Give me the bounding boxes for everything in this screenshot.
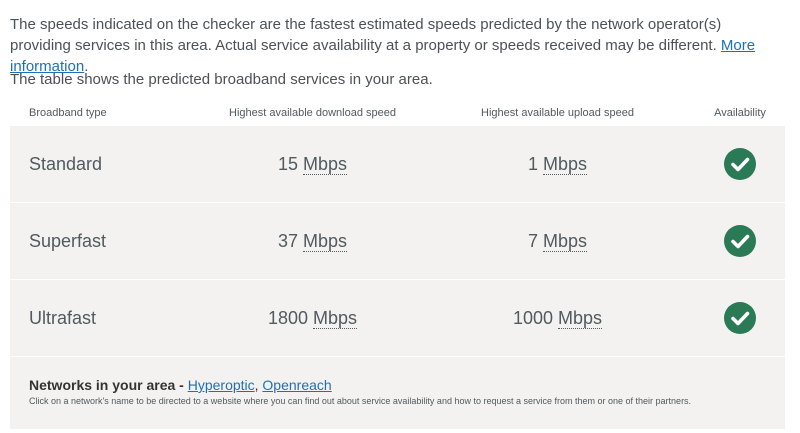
speed-disclaimer: The speeds indicated on the checker are … [10, 14, 785, 77]
header-availability: Availability [714, 106, 766, 119]
table-intro: The table shows the predicted broadband … [10, 71, 433, 88]
network-link-hyperoptic[interactable]: Hyperoptic [188, 377, 255, 393]
broadband-type: Standard [29, 153, 103, 174]
availability [695, 225, 785, 257]
download-value: 37 [277, 230, 298, 251]
available-check-icon [724, 225, 756, 257]
availability [695, 302, 785, 334]
available-check-icon [724, 148, 756, 180]
upload-speed: 1000 Mbps [420, 307, 695, 329]
download-speed: 37 Mbps [205, 230, 420, 252]
download-speed: 15 Mbps [205, 153, 420, 175]
upload-value: 7 [527, 230, 538, 251]
table-header: Broadband type Highest available downloa… [10, 99, 785, 126]
mbps-unit[interactable]: Mbps [303, 153, 348, 175]
download-value: 1800 [267, 307, 308, 328]
networks-note: Click on a network's name to be directed… [29, 396, 692, 406]
mbps-unit[interactable]: Mbps [313, 307, 358, 329]
table-row: Superfast 37 Mbps 7 Mbps [10, 203, 785, 280]
table-row: Standard 15 Mbps 1 Mbps [10, 126, 785, 203]
networks-footer: Networks in your area - Hyperoptic, Open… [10, 357, 785, 429]
broadband-table: Broadband type Highest available downloa… [10, 99, 785, 429]
header-upload-speed: Highest available upload speed [481, 106, 634, 119]
download-speed: 1800 Mbps [205, 307, 420, 329]
table-row: Ultrafast 1800 Mbps 1000 Mbps [10, 280, 785, 357]
mbps-unit[interactable]: Mbps [543, 230, 588, 252]
upload-value: 1000 [512, 307, 553, 328]
upload-speed: 1 Mbps [420, 153, 695, 175]
header-broadband-type: Broadband type [29, 106, 107, 119]
upload-speed: 7 Mbps [420, 230, 695, 252]
mbps-unit[interactable]: Mbps [558, 307, 603, 329]
network-link-openreach[interactable]: Openreach [262, 377, 331, 393]
mbps-unit[interactable]: Mbps [543, 153, 588, 175]
available-check-icon [724, 302, 756, 334]
availability [695, 148, 785, 180]
mbps-unit[interactable]: Mbps [303, 230, 348, 252]
networks-line: Networks in your area - Hyperoptic, Open… [29, 377, 766, 393]
broadband-type: Superfast [29, 230, 107, 251]
disclaimer-text: The speeds indicated on the checker are … [10, 16, 722, 54]
broadband-type: Ultrafast [29, 307, 97, 328]
network-separator: , [254, 377, 259, 393]
upload-value: 1 [527, 153, 538, 174]
download-value: 15 [277, 153, 298, 174]
header-download-speed: Highest available download speed [229, 106, 396, 119]
networks-heading: Networks in your area - [29, 377, 184, 393]
